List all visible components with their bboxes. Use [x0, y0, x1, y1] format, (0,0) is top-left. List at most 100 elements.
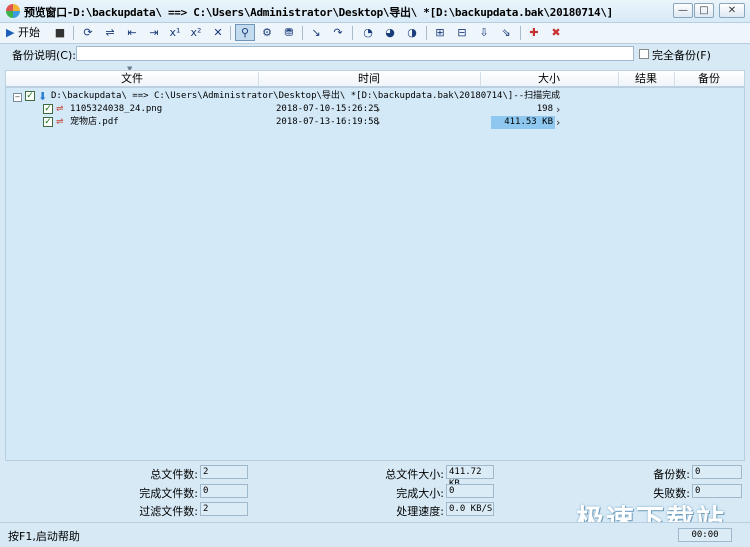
backup-count-value: 0	[692, 465, 742, 479]
download-button[interactable]: ⇩	[476, 24, 492, 41]
gear-icon: ⚙	[262, 26, 272, 39]
move-right-button[interactable]: ⇥	[146, 24, 162, 41]
filtered-files-label: 过滤文件数:	[139, 505, 198, 518]
toolbar-separator	[352, 26, 353, 40]
x2-button[interactable]: x²	[188, 24, 204, 41]
arrow-down-right-icon: ↘	[311, 26, 321, 39]
status-bar: 按F1,启动帮助 00:00	[0, 522, 750, 547]
column-header-result[interactable]: 结果	[618, 72, 675, 86]
close-button[interactable]: ✕	[719, 3, 745, 18]
x1-icon: x¹	[169, 26, 181, 39]
filtered-files-value: 2	[200, 502, 248, 516]
start-button[interactable]: ▶ 开始	[6, 24, 40, 41]
chevron-right-icon: ›	[556, 103, 561, 116]
comment-input[interactable]	[76, 46, 634, 61]
speed-value: 0.0 KB/S	[446, 502, 494, 516]
total-files-label: 总文件数:	[150, 468, 198, 481]
sync-button[interactable]: ⇌	[102, 24, 118, 41]
tree-root-row[interactable]: − ✓ ⬇ D:\backupdata\ ==> C:\Users\Admini…	[11, 90, 611, 103]
column-header-time[interactable]: 时间	[258, 72, 481, 86]
toolbar-separator	[302, 26, 303, 40]
refresh-button[interactable]: ⟳	[80, 24, 96, 41]
file-time: 2018-07-10-15:26:25	[276, 104, 379, 114]
completed-files-label: 完成文件数:	[139, 487, 198, 500]
file-time: 2018-07-13-16:19:58	[276, 117, 379, 127]
fail-count-value: 0	[692, 484, 742, 498]
start-label: 开始	[17, 26, 40, 39]
status-help-text: 按F1,启动帮助	[8, 530, 80, 543]
column-header-size[interactable]: 大小	[480, 72, 619, 86]
tree-collapse-button[interactable]: ⊟	[454, 24, 470, 41]
clear-button[interactable]: ✕	[210, 24, 226, 41]
download-arrow-icon: ⬇	[38, 90, 48, 103]
total-files-value: 2	[200, 465, 248, 479]
add-button[interactable]: ✚	[526, 24, 542, 41]
full-backup-label[interactable]: 完全备份(F)	[652, 47, 711, 63]
filter-2-button[interactable]: ◕	[382, 24, 398, 41]
title-bar[interactable]: 预览窗口-D:\backupdata\ ==> C:\Users\Adminis…	[0, 0, 750, 23]
stop-button[interactable]: ■	[52, 24, 68, 41]
full-backup-checkbox[interactable]	[639, 49, 649, 59]
collapse-toggle-icon[interactable]: −	[13, 93, 22, 102]
chevron-right-icon: ›	[556, 116, 561, 129]
arrow-right-bar-icon: ⇥	[149, 26, 159, 39]
tree-expand-button[interactable]: ⊞	[432, 24, 448, 41]
column-header-row: 文件 时间 大小 结果 备份	[5, 70, 745, 87]
toolbar-separator	[230, 26, 231, 40]
table-row[interactable]: ✓ ⇌ 宠物店.pdf 2018-07-13-16:19:58 › 411.53…	[11, 116, 741, 129]
window-title: 预览窗口-D:\backupdata\ ==> C:\Users\Adminis…	[24, 6, 613, 19]
export-icon: ⇘	[501, 26, 511, 39]
remove-icon: ✖	[551, 26, 561, 39]
toolbar-separator	[520, 26, 521, 40]
total-size-label: 总文件大小:	[385, 468, 444, 481]
file-sync-icon: ⇌	[56, 104, 64, 114]
x1-button[interactable]: x¹	[167, 24, 183, 41]
file-size: 198	[536, 104, 553, 114]
completed-size-label: 完成大小:	[396, 487, 444, 500]
play-icon: ▶	[6, 26, 15, 39]
move-left-button[interactable]: ⇤	[124, 24, 140, 41]
speed-label: 处理速度:	[396, 505, 444, 518]
chevron-right-icon: ›	[376, 103, 381, 116]
refresh-icon: ⟳	[83, 26, 93, 39]
file-checkbox[interactable]: ✓	[43, 117, 53, 127]
export-button[interactable]: ⇘	[498, 24, 514, 41]
file-name: 宠物店.pdf	[70, 117, 119, 127]
file-tree-list[interactable]: − ✓ ⬇ D:\backupdata\ ==> C:\Users\Admini…	[5, 87, 745, 461]
backup-count-label: 备份数:	[653, 468, 690, 481]
preview-toggle-button[interactable]: ⚲	[235, 24, 255, 41]
database-button[interactable]: ⛃	[281, 24, 297, 41]
redo-icon: ↷	[333, 26, 343, 39]
remove-button[interactable]: ✖	[548, 24, 564, 41]
minimize-button[interactable]: —	[673, 3, 693, 18]
completed-size-value: 0	[446, 484, 494, 498]
download-icon: ⇩	[479, 26, 489, 39]
tree-collapse-icon: ⊟	[457, 26, 467, 39]
status-timer: 00:00	[678, 528, 732, 542]
arrow-down-right-button[interactable]: ↘	[308, 24, 324, 41]
x2-icon: x²	[190, 26, 202, 39]
toolbar: ▶ 开始 ■ ⟳ ⇌ ⇤ ⇥ x¹ x² ✕ ⚲ ⚙ ⛃ ↘ ↷ ◔ ◕ ◑ ⊞…	[0, 23, 750, 44]
filter-1-button[interactable]: ◔	[360, 24, 376, 41]
close-x-icon: ✕	[213, 26, 223, 39]
file-sync-icon: ⇌	[56, 117, 64, 127]
maximize-button[interactable]: □	[694, 3, 714, 18]
completed-files-value: 0	[200, 484, 248, 498]
add-icon: ✚	[529, 26, 539, 39]
settings-button[interactable]: ⚙	[259, 24, 275, 41]
filter-3-icon: ◑	[407, 26, 417, 39]
redo-button[interactable]: ↷	[330, 24, 346, 41]
column-header-backup[interactable]: 备份	[674, 72, 744, 86]
table-row[interactable]: ✓ ⇌ 1105324038_24.png 2018-07-10-15:26:2…	[11, 103, 741, 116]
file-name: 1105324038_24.png	[70, 104, 163, 114]
column-header-file[interactable]: 文件	[6, 72, 259, 86]
file-checkbox[interactable]: ✓	[43, 104, 53, 114]
tree-expand-icon: ⊞	[435, 26, 445, 39]
filter-3-button[interactable]: ◑	[404, 24, 420, 41]
arrow-left-bar-icon: ⇤	[127, 26, 137, 39]
database-icon: ⛃	[284, 26, 294, 39]
file-size: 411.53 KB	[491, 116, 555, 129]
root-checkbox[interactable]: ✓	[25, 91, 35, 101]
chevron-right-icon: ›	[376, 116, 381, 129]
sync-icon: ⇌	[105, 26, 115, 39]
